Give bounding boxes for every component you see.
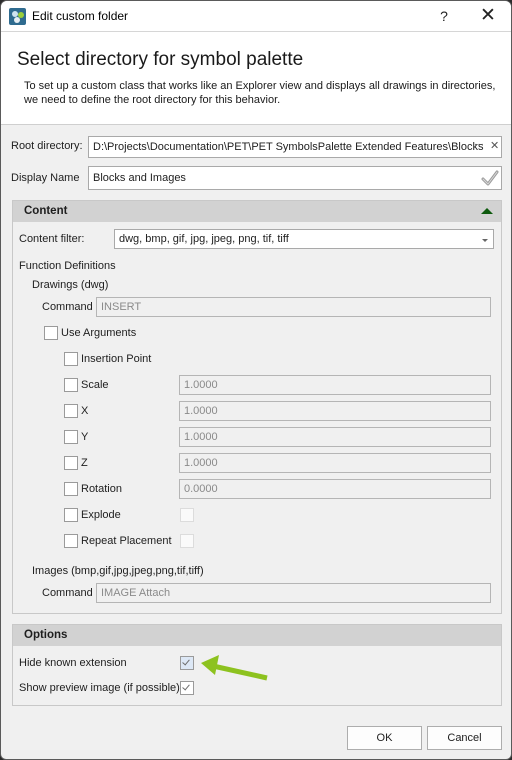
edit-custom-folder-dialog: Edit custom folder ? ✕ Select directory … (0, 0, 512, 760)
z-label: Z (81, 457, 88, 469)
title-bar: Edit custom folder ? ✕ (1, 1, 511, 32)
x-value: 1.0000 (184, 405, 218, 417)
ok-button[interactable]: OK (347, 726, 422, 750)
y-label: Y (81, 431, 89, 443)
clear-button[interactable]: ✕ (490, 139, 499, 152)
z-input[interactable]: 1.0000 (179, 453, 491, 473)
root-directory-label: Root directory: (11, 140, 83, 152)
z-value: 1.0000 (184, 457, 218, 469)
display-name-label: Display Name (11, 172, 80, 184)
images-command-input[interactable]: IMAGE Attach (96, 583, 491, 603)
show-preview-checkbox[interactable] (180, 681, 194, 695)
options-group-header: Options (13, 625, 501, 646)
display-name-input[interactable]: Blocks and Images (88, 166, 502, 190)
use-arguments-checkbox[interactable] (44, 326, 58, 340)
explode-value-checkbox[interactable] (180, 508, 194, 522)
window-title: Edit custom folder (32, 9, 129, 23)
repeat-placement-checkbox[interactable] (64, 534, 78, 548)
y-value: 1.0000 (184, 431, 218, 443)
images-label: Images (bmp,gif,jpg,jpeg,png,tif,tiff) (32, 565, 204, 577)
z-checkbox[interactable] (64, 456, 78, 470)
close-button[interactable]: ✕ (473, 5, 503, 27)
options-header-label: Options (24, 629, 68, 641)
dialog-header: Select directory for symbol palette To s… (1, 32, 511, 125)
explode-label: Explode (81, 509, 121, 521)
explode-checkbox[interactable] (64, 508, 78, 522)
collapse-icon[interactable] (481, 208, 493, 214)
y-input[interactable]: 1.0000 (179, 427, 491, 447)
use-arguments-label: Use Arguments (61, 327, 137, 339)
drawings-command-label: Command (42, 301, 93, 313)
images-command-label: Command (42, 587, 93, 599)
header-description: To set up a custom class that works like… (24, 80, 496, 106)
rotation-value: 0.0000 (184, 483, 218, 495)
annotation-arrow-icon (201, 655, 268, 681)
content-filter-value: dwg, bmp, gif, jpg, jpeg, png, tif, tiff (119, 233, 289, 245)
display-name-value: Blocks and Images (93, 172, 186, 184)
content-filter-label: Content filter: (19, 233, 85, 245)
insertion-point-label: Insertion Point (81, 353, 152, 365)
insertion-point-checkbox[interactable] (64, 352, 78, 366)
show-preview-label: Show preview image (if possible) (19, 682, 180, 694)
help-button[interactable]: ? (429, 5, 459, 27)
images-command-value: IMAGE Attach (101, 587, 171, 599)
x-label: X (81, 405, 89, 417)
header-title: Select directory for symbol palette (17, 49, 304, 70)
chevron-down-icon (482, 239, 488, 242)
rotation-checkbox[interactable] (64, 482, 78, 496)
rotation-label: Rotation (81, 483, 122, 495)
browse-button[interactable]: ··· (474, 139, 484, 150)
drawings-label: Drawings (dwg) (32, 279, 109, 291)
repeat-placement-label: Repeat Placement (81, 535, 172, 547)
scale-checkbox[interactable] (64, 378, 78, 392)
root-directory-value: D:\Projects\Documentation\PET\PET Symbol… (93, 141, 484, 153)
drawings-command-value: INSERT (101, 301, 142, 313)
hide-known-extension-label: Hide known extension (19, 657, 127, 669)
content-group-header[interactable]: Content (13, 201, 501, 222)
rotation-input[interactable]: 0.0000 (179, 479, 491, 499)
scale-input[interactable]: 1.0000 (179, 375, 491, 395)
drawings-command-input[interactable]: INSERT (96, 297, 491, 317)
content-header-label: Content (24, 205, 68, 217)
gears-icon (9, 8, 26, 25)
function-definitions-label: Function Definitions (19, 260, 116, 272)
repeat-placement-value-checkbox[interactable] (180, 534, 194, 548)
y-checkbox[interactable] (64, 430, 78, 444)
scale-label: Scale (81, 379, 109, 391)
x-input[interactable]: 1.0000 (179, 401, 491, 421)
content-filter-dropdown[interactable]: dwg, bmp, gif, jpg, jpeg, png, tif, tiff (114, 229, 494, 249)
hide-known-extension-checkbox[interactable] (180, 656, 194, 670)
x-checkbox[interactable] (64, 404, 78, 418)
root-directory-input[interactable]: D:\Projects\Documentation\PET\PET Symbol… (88, 136, 502, 158)
cancel-button[interactable]: Cancel (427, 726, 502, 750)
checkmark-icon[interactable] (480, 169, 500, 187)
scale-value: 1.0000 (184, 379, 218, 391)
